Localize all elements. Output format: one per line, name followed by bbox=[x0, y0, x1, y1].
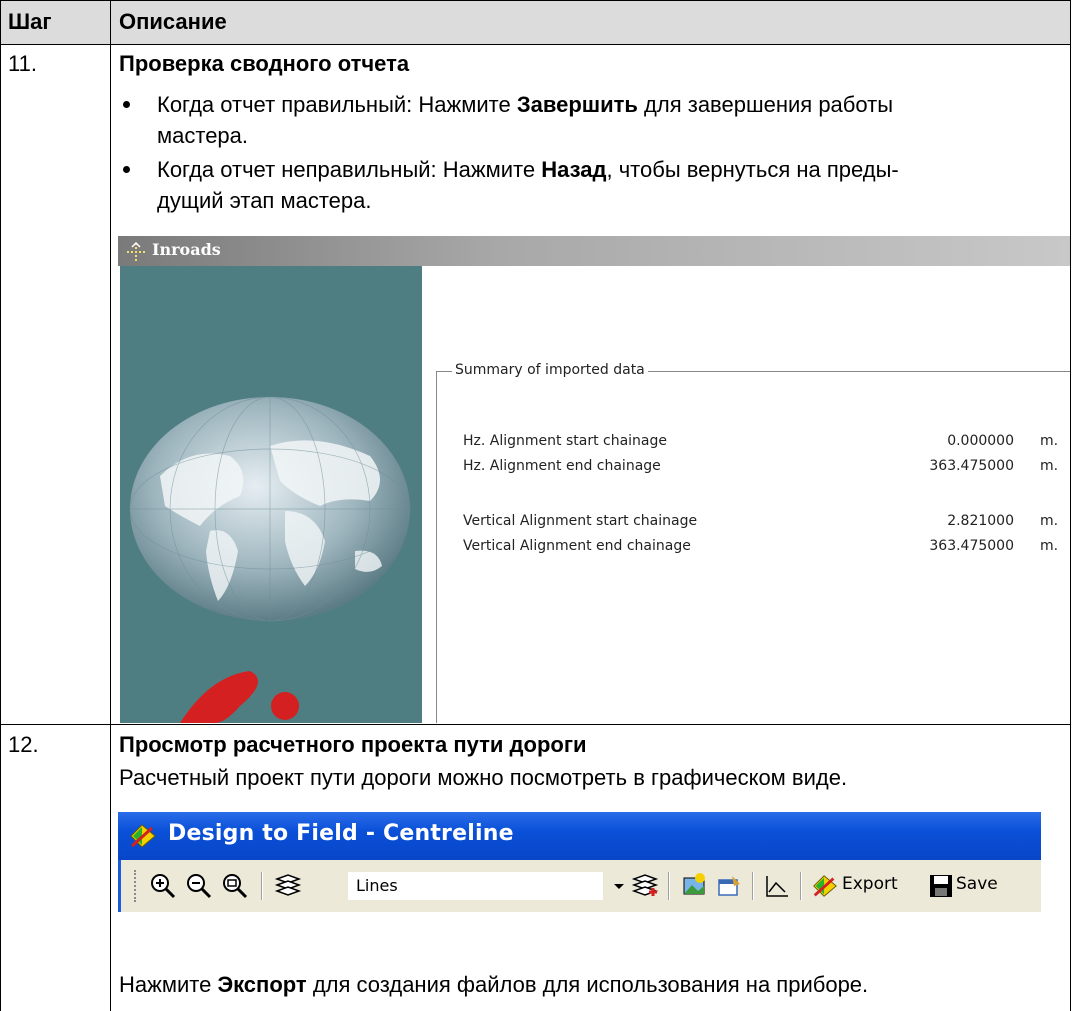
chevron-down-icon[interactable] bbox=[605, 872, 633, 900]
table-border-right bbox=[1070, 0, 1071, 1011]
background-image-icon[interactable] bbox=[680, 872, 708, 900]
table-header-divider bbox=[0, 44, 1071, 45]
step-number: 11. bbox=[8, 51, 37, 76]
table-column-divider bbox=[110, 0, 111, 1011]
dtf-titlebar: Design to Field - Centreline bbox=[118, 812, 1041, 860]
export-icon bbox=[813, 875, 837, 897]
zoom-extents-icon[interactable] bbox=[221, 872, 249, 900]
globe-image bbox=[129, 396, 411, 723]
summary-group-label: Summary of imported data bbox=[452, 362, 648, 378]
summary-row-unit: m. bbox=[1040, 458, 1059, 474]
step-number: 12. bbox=[8, 732, 39, 757]
toolbar-separator bbox=[668, 872, 670, 900]
summary-row-value: 2.821000 bbox=[947, 513, 1014, 529]
table-border-left bbox=[0, 0, 1, 1011]
toolbar-grip[interactable] bbox=[134, 870, 139, 902]
inroads-title: Inroads bbox=[152, 240, 221, 259]
inroads-banner-panel bbox=[120, 266, 422, 723]
toolbar-separator bbox=[261, 872, 263, 900]
profile-view-icon[interactable] bbox=[763, 872, 791, 900]
header-step: Шаг bbox=[8, 9, 52, 34]
save-label: Save bbox=[956, 874, 998, 894]
summary-row-value: 363.475000 bbox=[929, 458, 1014, 474]
step-description: Расчетный проект пути дороги можно посмо… bbox=[119, 765, 848, 790]
export-button[interactable]: Export bbox=[808, 860, 916, 912]
layers-icon[interactable] bbox=[274, 872, 302, 900]
step-heading: Просмотр расчетного проекта пути дороги bbox=[119, 732, 587, 757]
summary-row-label: Vertical Alignment end chainage bbox=[463, 538, 691, 554]
bullet-dot bbox=[123, 166, 130, 173]
step-footer-text: Нажмите Экспорт для создания файлов для … bbox=[119, 972, 869, 997]
inroads-titlebar: Inroads bbox=[118, 236, 1070, 266]
instruction-table: Шаг Описание 11. Проверка сводного отчет… bbox=[0, 0, 1078, 1011]
zoom-out-icon[interactable] bbox=[185, 872, 213, 900]
dtf-toolbar: Lines Export Save bbox=[118, 860, 1041, 912]
step-heading: Проверка сводного отчета bbox=[119, 51, 410, 76]
summary-row-unit: m. bbox=[1040, 433, 1059, 449]
bullet-text: Когда отчет правильный: Нажмите Завершит… bbox=[157, 92, 894, 117]
bullet-text-line2: мастера. bbox=[157, 123, 249, 148]
save-button[interactable]: Save bbox=[924, 860, 1024, 912]
bullet-text: Когда отчет неправильный: Нажмите Назад,… bbox=[157, 157, 899, 182]
properties-icon[interactable] bbox=[715, 872, 743, 900]
summary-row-value: 363.475000 bbox=[929, 538, 1014, 554]
bullet-text-line2: дущий этап мастера. bbox=[157, 188, 372, 213]
toolbar-separator bbox=[752, 872, 754, 900]
zoom-in-icon[interactable] bbox=[149, 872, 177, 900]
layer-select-value: Lines bbox=[356, 876, 398, 895]
summary-row-label: Hz. Alignment start chainage bbox=[463, 433, 668, 449]
inroads-window: Inroads Summary of imported data Hz. Ali… bbox=[118, 236, 1070, 723]
header-description: Описание bbox=[119, 9, 227, 34]
inroads-app-icon bbox=[127, 242, 145, 261]
bullet-dot bbox=[123, 101, 130, 108]
layer-select[interactable]: Lines bbox=[348, 872, 603, 900]
summary-row-unit: m. bbox=[1040, 513, 1059, 529]
design-to-field-window: Design to Field - Centreline Lines Expor… bbox=[118, 812, 1041, 912]
design-to-field-app-icon bbox=[130, 824, 156, 848]
add-layer-icon[interactable] bbox=[631, 872, 659, 900]
export-label: Export bbox=[842, 874, 898, 894]
table-row-divider bbox=[0, 724, 1071, 725]
floppy-disk-icon bbox=[930, 875, 952, 897]
summary-row-label: Hz. Alignment end chainage bbox=[463, 458, 661, 474]
summary-row-label: Vertical Alignment start chainage bbox=[463, 513, 698, 529]
toolbar-separator bbox=[800, 872, 802, 900]
table-border-top bbox=[0, 0, 1071, 1]
dtf-title: Design to Field - Centreline bbox=[168, 821, 514, 846]
summary-row-value: 0.000000 bbox=[947, 433, 1014, 449]
summary-row-unit: m. bbox=[1040, 538, 1059, 554]
